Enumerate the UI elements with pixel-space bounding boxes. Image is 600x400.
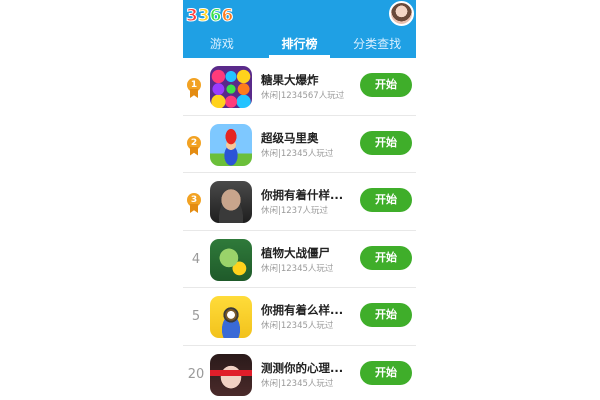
medal-icon: 3 xyxy=(187,193,201,213)
game-title: 你拥有着什样... xyxy=(261,188,344,202)
game-meta: 休闲|12345人玩过 xyxy=(261,263,334,274)
rank-number: 5 xyxy=(191,309,201,324)
medal-icon: 1 xyxy=(187,78,201,98)
game-title: 测测你的心理... xyxy=(261,360,344,375)
face-quiz-icon[interactable] xyxy=(210,181,252,223)
medal-icon: 2 xyxy=(187,135,201,156)
tab-games[interactable]: 游戏 xyxy=(183,32,261,58)
minion-icon[interactable] xyxy=(210,296,252,338)
start-button[interactable]: 开始 xyxy=(360,360,412,385)
game-title: 植物大战僵尸 xyxy=(261,245,330,260)
game-meta: 休闲|12345人玩过 xyxy=(261,378,334,389)
logo-char-2: 3 xyxy=(197,6,210,27)
logo-char-1: 3 xyxy=(186,6,199,27)
game-meta: 休闲|1237人玩过 xyxy=(261,206,328,216)
game-title: 你拥有着么样... xyxy=(261,303,344,317)
list-item[interactable]: 3 你拥有着什样... 休闲|1237人玩过 开始 xyxy=(183,173,416,231)
tab-category-search[interactable]: 分类查找 xyxy=(338,32,416,58)
start-button[interactable]: 开始 xyxy=(360,130,412,155)
start-button[interactable]: 开始 xyxy=(360,73,412,97)
list-item[interactable]: 20 测测你的心理... 休闲|12345人玩过 开始 xyxy=(183,346,416,400)
list-item[interactable]: 5 你拥有着么样... 休闲|12345人玩过 开始 xyxy=(183,288,416,346)
start-button[interactable]: 开始 xyxy=(360,188,412,212)
super-mario-icon[interactable] xyxy=(210,123,252,166)
ranking-list: 1 糖果大爆炸 休闲|1234567人玩过 开始 2 超级马里奥 休闲|1234… xyxy=(183,58,416,400)
list-item[interactable]: 1 糖果大爆炸 休闲|1234567人玩过 开始 xyxy=(183,58,416,116)
list-item[interactable]: 4 植物大战僵尸 休闲|12345人玩过 开始 xyxy=(183,231,416,288)
rank-number: 20 xyxy=(187,366,205,382)
app-screen: 3 3 6 6 游戏 排行榜 分类查找 1 糖果大爆炸 休闲|1234567人玩… xyxy=(183,0,416,400)
game-meta: 休闲|1234567人玩过 xyxy=(261,91,345,101)
logo-char-4: 6 xyxy=(221,6,234,27)
logo-char-3: 6 xyxy=(209,6,222,27)
candy-crush-icon[interactable] xyxy=(210,66,252,108)
plants-vs-zombies-icon[interactable] xyxy=(210,238,252,281)
game-title: 超级马里奥 xyxy=(261,130,319,145)
list-item[interactable]: 2 超级马里奥 休闲|12345人玩过 开始 xyxy=(183,116,416,173)
tab-ranking[interactable]: 排行榜 xyxy=(261,32,339,58)
start-button[interactable]: 开始 xyxy=(360,303,412,327)
game-meta: 休闲|12345人玩过 xyxy=(261,148,334,159)
game-title: 糖果大爆炸 xyxy=(261,73,319,87)
rank-number: 4 xyxy=(191,251,201,267)
start-button[interactable]: 开始 xyxy=(360,245,412,270)
game-meta: 休闲|12345人玩过 xyxy=(261,321,334,331)
user-avatar[interactable] xyxy=(389,1,414,26)
logo-3366[interactable]: 3 3 6 6 xyxy=(186,5,234,27)
app-header: 3 3 6 6 游戏 排行榜 分类查找 xyxy=(183,0,416,58)
tab-bar: 游戏 排行榜 分类查找 xyxy=(183,32,416,58)
psych-test-icon[interactable] xyxy=(210,353,252,396)
